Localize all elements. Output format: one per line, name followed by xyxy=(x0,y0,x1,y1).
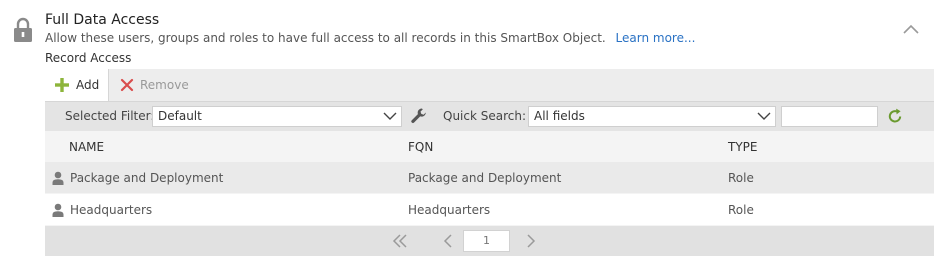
page-number[interactable]: 1 xyxy=(463,230,510,252)
chevron-down-icon xyxy=(757,112,771,120)
selected-filter-label: Selected Filter: xyxy=(65,109,155,123)
cell-name: Package and Deployment xyxy=(70,171,224,185)
table-row[interactable]: Headquarters Headquarters Role xyxy=(45,194,934,225)
quick-search-input[interactable] xyxy=(781,106,878,127)
close-icon xyxy=(120,78,134,92)
remove-label: Remove xyxy=(140,78,189,92)
cell-name: Headquarters xyxy=(70,203,153,217)
description-text: Allow these users, groups and roles to h… xyxy=(45,31,606,45)
cell-fqn: Package and Deployment xyxy=(408,171,562,185)
section-description: Allow these users, groups and roles to h… xyxy=(45,31,695,45)
chevron-down-icon xyxy=(383,112,397,120)
cell-fqn: Headquarters xyxy=(408,203,491,217)
refresh-icon[interactable] xyxy=(886,107,904,125)
table-row[interactable]: Package and Deployment Package and Deplo… xyxy=(45,162,934,193)
pager: 1 xyxy=(45,226,934,256)
add-label: Add xyxy=(76,78,100,92)
learn-more-link[interactable]: Learn more... xyxy=(616,31,696,45)
record-access-panel: Add Remove Selected Filter: Default Quic… xyxy=(45,69,934,256)
column-header-type[interactable]: TYPE xyxy=(728,140,757,154)
lock-icon xyxy=(14,17,32,42)
add-button[interactable]: Add xyxy=(45,69,110,101)
quick-search-field-value: All fields xyxy=(534,109,585,123)
first-page-icon[interactable] xyxy=(392,233,408,249)
filter-bar: Selected Filter: Default Quick Search: A… xyxy=(45,102,934,131)
previous-page-icon[interactable] xyxy=(440,233,456,249)
next-page-icon[interactable] xyxy=(523,233,539,249)
quick-search-label: Quick Search: xyxy=(443,109,527,123)
selected-filter-dropdown[interactable]: Default xyxy=(152,106,402,127)
table-header: NAME FQN TYPE xyxy=(45,132,934,162)
plus-icon xyxy=(55,78,69,92)
selected-filter-value: Default xyxy=(158,109,202,123)
column-header-fqn[interactable]: FQN xyxy=(408,140,433,154)
section-title: Full Data Access xyxy=(45,12,160,28)
chevron-up-icon[interactable] xyxy=(902,22,920,36)
role-icon xyxy=(52,171,64,185)
column-header-name[interactable]: NAME xyxy=(69,140,104,154)
record-access-label: Record Access xyxy=(45,51,132,65)
quick-search-field-dropdown[interactable]: All fields xyxy=(528,106,776,127)
wrench-icon[interactable] xyxy=(410,107,428,125)
cell-type: Role xyxy=(728,203,754,217)
cell-type: Role xyxy=(728,171,754,185)
toolbar: Add Remove xyxy=(45,69,934,102)
remove-button[interactable]: Remove xyxy=(111,69,198,101)
role-icon xyxy=(52,203,64,217)
